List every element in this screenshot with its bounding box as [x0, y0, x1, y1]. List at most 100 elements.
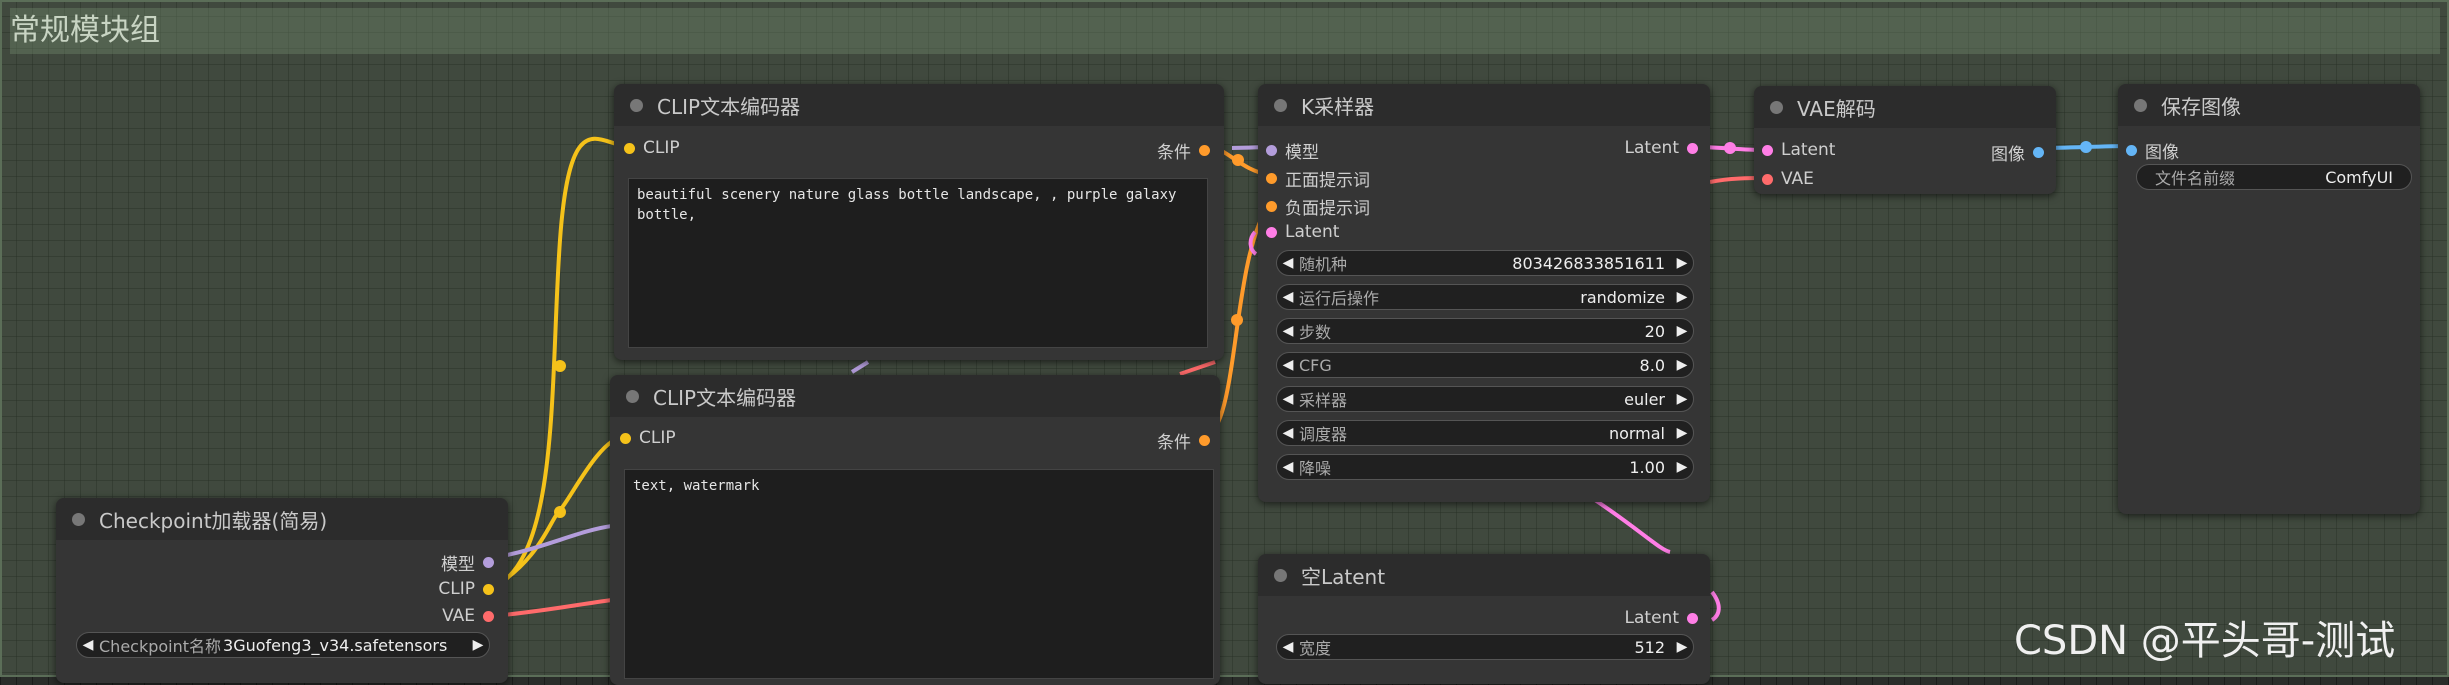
arrow-left-icon[interactable]: ◀ — [1277, 459, 1299, 475]
output-socket-icon[interactable] — [483, 610, 494, 622]
width-widget[interactable]: ◀ 宽度 512 ▶ — [1276, 634, 1694, 660]
arrow-right-icon[interactable]: ▶ — [1671, 639, 1693, 655]
input-socket-icon[interactable] — [1266, 226, 1277, 238]
arrow-left-icon[interactable]: ◀ — [1277, 323, 1299, 339]
checkpoint-loader-node[interactable]: Checkpoint加载器(简易) 模型 CLIP VAE ◀ Checkpoi… — [56, 498, 508, 683]
clip-text-encoder-node-bottom[interactable]: CLIP文本编码器 CLIP 条件 text, watermark — [610, 375, 1220, 685]
input-label: VAE — [1781, 169, 1814, 189]
save-image-node[interactable]: 保存图像 图像 文件名前缀 ComfyUI — [2118, 84, 2420, 514]
input-clip[interactable]: CLIP — [624, 138, 680, 158]
output-conditioning[interactable]: 条件 — [1157, 428, 1210, 453]
widget-value: 20 — [1644, 321, 1665, 341]
input-label: 负面提示词 — [1285, 199, 1370, 219]
input-positive[interactable]: 正面提示词 — [1266, 166, 1370, 191]
node-title-bar[interactable]: 保存图像 — [2118, 84, 2420, 126]
prompt-textarea[interactable]: text, watermark — [624, 469, 1214, 679]
output-model[interactable]: 模型 — [441, 550, 494, 575]
arrow-right-icon[interactable]: ▶ — [1671, 459, 1693, 475]
checkpoint-name-combo[interactable]: ◀ Checkpoint名称 3Guofeng3_v34.safetensors… — [76, 632, 490, 658]
collapse-dot-icon[interactable] — [1274, 568, 1287, 582]
output-label: Latent — [1624, 608, 1679, 628]
vae-decode-node[interactable]: VAE解码 Latent VAE 图像 — [1754, 86, 2056, 194]
collapse-dot-icon[interactable] — [630, 98, 643, 112]
arrow-left-icon[interactable]: ◀ — [1277, 425, 1299, 441]
input-model[interactable]: 模型 — [1266, 138, 1319, 163]
arrow-left-icon[interactable]: ◀ — [77, 637, 99, 653]
sampler-widget[interactable]: ◀ 采样器 euler ▶ — [1276, 386, 1694, 412]
output-socket-icon[interactable] — [1199, 145, 1210, 156]
input-negative[interactable]: 负面提示词 — [1266, 194, 1370, 219]
input-socket-icon[interactable] — [1762, 144, 1773, 156]
input-socket-icon[interactable] — [1762, 173, 1773, 185]
link-image-midpoint — [2080, 141, 2092, 153]
output-socket-icon[interactable] — [483, 583, 494, 595]
widget-value: ComfyUI — [2325, 167, 2393, 187]
output-latent[interactable]: Latent — [1625, 608, 1698, 628]
collapse-dot-icon[interactable] — [72, 512, 85, 526]
input-vae[interactable]: VAE — [1762, 169, 1814, 189]
arrow-right-icon[interactable]: ▶ — [1671, 323, 1693, 339]
prompt-textarea[interactable]: beautiful scenery nature glass bottle la… — [628, 178, 1208, 348]
output-vae[interactable]: VAE — [442, 606, 494, 626]
node-title-bar[interactable]: VAE解码 — [1754, 86, 2056, 128]
empty-latent-node[interactable]: 空Latent Latent ◀ 宽度 512 ▶ — [1258, 554, 1710, 684]
output-socket-icon[interactable] — [1199, 435, 1210, 446]
node-title-bar[interactable]: CLIP文本编码器 — [614, 84, 1224, 126]
input-image[interactable]: 图像 — [2126, 138, 2179, 163]
arrow-left-icon[interactable]: ◀ — [1277, 255, 1299, 271]
link-latent-vae-midpoint — [1724, 142, 1736, 154]
scheduler-widget[interactable]: ◀ 调度器 normal ▶ — [1276, 420, 1694, 446]
arrow-left-icon[interactable]: ◀ — [1277, 391, 1299, 407]
output-conditioning[interactable]: 条件 — [1157, 138, 1210, 163]
widget-label: CFG — [1299, 355, 1332, 375]
input-socket-icon[interactable] — [620, 432, 631, 444]
arrow-left-icon[interactable]: ◀ — [1277, 639, 1299, 655]
input-socket-icon[interactable] — [1266, 145, 1277, 156]
output-label: CLIP — [438, 579, 475, 599]
arrow-right-icon[interactable]: ▶ — [1671, 357, 1693, 373]
node-title-bar[interactable]: Checkpoint加载器(简易) — [56, 498, 508, 540]
collapse-dot-icon[interactable] — [2134, 98, 2147, 112]
input-clip[interactable]: CLIP — [620, 428, 676, 448]
input-socket-icon[interactable] — [2126, 145, 2137, 156]
node-title-bar[interactable]: 空Latent — [1258, 554, 1710, 596]
arrow-left-icon[interactable]: ◀ — [1277, 357, 1299, 373]
cfg-widget[interactable]: ◀ CFG 8.0 ▶ — [1276, 352, 1694, 378]
arrow-right-icon[interactable]: ▶ — [1671, 425, 1693, 441]
widget-value: euler — [1624, 389, 1665, 409]
collapse-dot-icon[interactable] — [1770, 100, 1783, 114]
clip-text-encoder-node-top[interactable]: CLIP文本编码器 CLIP 条件 beautiful scenery natu… — [614, 84, 1224, 360]
link-latent-empty — [1593, 498, 1671, 554]
input-socket-icon[interactable] — [1266, 173, 1277, 184]
input-socket-icon[interactable] — [1266, 201, 1277, 212]
node-title-bar[interactable]: CLIP文本编码器 — [610, 375, 1220, 417]
arrow-left-icon[interactable]: ◀ — [1277, 289, 1299, 305]
collapse-dot-icon[interactable] — [1274, 98, 1287, 112]
collapse-dot-icon[interactable] — [626, 389, 639, 403]
output-socket-icon[interactable] — [483, 557, 494, 568]
denoise-widget[interactable]: ◀ 降噪 1.00 ▶ — [1276, 454, 1694, 480]
output-latent[interactable]: Latent — [1625, 138, 1698, 158]
seed-widget[interactable]: ◀ 随机种 803426833851611 ▶ — [1276, 250, 1694, 276]
input-socket-icon[interactable] — [624, 142, 635, 154]
link-cond-positive-midpoint — [1232, 154, 1244, 166]
widget-label: 运行后操作 — [1299, 289, 1380, 308]
filename-prefix-widget[interactable]: 文件名前缀 ComfyUI — [2136, 164, 2412, 190]
arrow-right-icon[interactable]: ▶ — [467, 637, 489, 653]
output-socket-icon[interactable] — [1687, 142, 1698, 154]
output-image[interactable]: 图像 — [1991, 140, 2044, 165]
node-title-bar[interactable]: K采样器 — [1258, 84, 1710, 126]
arrow-right-icon[interactable]: ▶ — [1671, 255, 1693, 271]
steps-widget[interactable]: ◀ 步数 20 ▶ — [1276, 318, 1694, 344]
link-cond-negative-midpoint — [1231, 314, 1243, 326]
input-latent[interactable]: Latent — [1266, 222, 1339, 242]
input-latent[interactable]: Latent — [1762, 140, 1835, 160]
arrow-right-icon[interactable]: ▶ — [1671, 289, 1693, 305]
output-clip[interactable]: CLIP — [438, 579, 494, 599]
arrow-right-icon[interactable]: ▶ — [1671, 391, 1693, 407]
node-title: Checkpoint加载器(简易) — [99, 508, 328, 533]
output-socket-icon[interactable] — [2033, 147, 2044, 158]
control-after-generate-widget[interactable]: ◀ 运行后操作 randomize ▶ — [1276, 284, 1694, 310]
output-socket-icon[interactable] — [1687, 612, 1698, 624]
ksampler-node[interactable]: K采样器 模型 正面提示词 负面提示词 Latent Latent ◀ 随机种 … — [1258, 84, 1710, 502]
